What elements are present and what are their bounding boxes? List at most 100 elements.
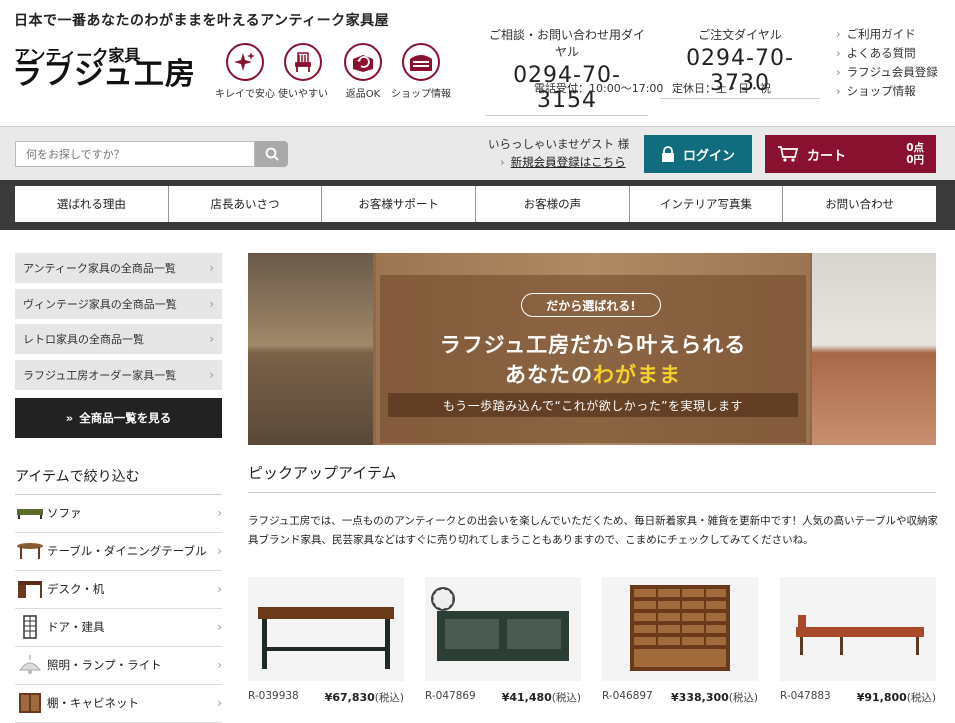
lock-icon: [661, 146, 674, 162]
chevron-right-icon: ›: [217, 620, 222, 634]
pickup-description: ラフジュ工房では、一点もののアンティークとの出会いを楽しんでいただくため、毎日新…: [248, 515, 938, 546]
global-nav: 選ばれる理由 店長あいさつ お客様サポート お客様の声 インテリア写真集 お問い…: [0, 180, 955, 230]
order-phone-title: ご注文ダイヤル: [698, 28, 782, 42]
banner-badge: だから選ばれる!: [521, 293, 661, 317]
filter-door[interactable]: ドア・建具 ›: [15, 609, 222, 647]
filter-lighting[interactable]: 照明・ランプ・ライト ›: [15, 647, 222, 685]
feature-label: 返品OK: [345, 89, 381, 100]
feature-label: キレイで安心: [215, 89, 275, 100]
search-button[interactable]: [255, 141, 288, 167]
link-faq[interactable]: › よくある質問: [836, 44, 938, 63]
sidebar-item-antique[interactable]: アンティーク家具の全商品一覧 ›: [15, 253, 222, 283]
all-products-button[interactable]: » 全商品一覧を見る: [15, 397, 222, 438]
site-logo[interactable]: ラフジュ工房: [12, 58, 196, 92]
cart-icon: [778, 146, 799, 162]
product-code: R-047869: [425, 690, 476, 702]
product-image[interactable]: [780, 577, 936, 681]
chair-icon: [284, 43, 322, 81]
closed-days: 定休日：土・日・祝: [672, 82, 771, 95]
banner-caption: もう一歩踏み込んで“これが欲しかった”を実現します: [388, 393, 798, 417]
product-price: ¥91,800(税込): [856, 691, 936, 704]
cabinet-icon: [15, 691, 45, 715]
chevron-right-icon: ›: [209, 296, 214, 311]
sidebar-item-order[interactable]: ラフジュ工房オーダー家具一覧 ›: [15, 359, 222, 390]
welcome-text: いらっしゃいませゲスト 様: [488, 137, 630, 151]
chevron-right-icon: ›: [836, 65, 841, 79]
filter-sofa[interactable]: ソファ ›: [15, 495, 222, 533]
nav-voices[interactable]: お客様の声: [476, 186, 630, 222]
product-card[interactable]: R-046897 ¥338,300(税込): [602, 577, 758, 705]
product-code: R-039938: [248, 690, 299, 702]
chevron-right-icon: ›: [836, 46, 841, 60]
product-code: R-047883: [780, 690, 831, 702]
pickup-divider: [248, 492, 936, 493]
product-card[interactable]: R-039938 ¥67,830(税込): [248, 577, 404, 705]
chevron-right-icon: ›: [209, 367, 214, 382]
lamp-icon: [15, 653, 45, 677]
product-image[interactable]: [248, 577, 404, 681]
chevron-right-icon: ›: [217, 544, 222, 558]
chevron-right-icon: ›: [217, 506, 222, 520]
chevron-right-icon: ›: [500, 155, 505, 169]
pickup-title: ピックアップアイテム: [248, 464, 397, 482]
chevron-right-icon: ›: [217, 696, 222, 710]
cart-total: 0円: [906, 154, 924, 166]
product-card[interactable]: R-047869 ¥41,480(税込): [425, 577, 581, 705]
product-image[interactable]: [602, 577, 758, 681]
site-tagline: 日本で一番あなたのわがままを叶えるアンティーク家具屋: [14, 13, 390, 29]
product-price: ¥41,480(税込): [501, 691, 581, 704]
feature-clean[interactable]: キレイで安心: [214, 43, 276, 103]
feature-shop-info[interactable]: ショップ情報: [390, 43, 452, 103]
sofa-icon: [15, 501, 45, 525]
sidebar-item-retro[interactable]: レトロ家具の全商品一覧 ›: [15, 324, 222, 354]
nav-reason[interactable]: 選ばれる理由: [15, 186, 169, 222]
hero-banner[interactable]: だから選ばれる! ラフジュ工房だから叶えられる あなたのわがまま もう一歩踏み込…: [248, 253, 936, 445]
feature-return[interactable]: 返品OK: [332, 43, 394, 103]
search-input[interactable]: [15, 141, 255, 167]
search-icon: [265, 147, 279, 161]
nav-greeting[interactable]: 店長あいさつ: [169, 186, 323, 222]
header-links: › ご利用ガイド › よくある質問 › ラフジュ会員登録 › ショップ情報: [836, 25, 938, 101]
link-guide[interactable]: › ご利用ガイド: [836, 25, 938, 44]
feature-label: 使いやすい: [278, 89, 328, 100]
link-shop-info[interactable]: › ショップ情報: [836, 82, 938, 101]
nav-support[interactable]: お客様サポート: [322, 186, 477, 222]
cart-points: 0点: [906, 142, 924, 154]
product-code: R-046897: [602, 690, 653, 702]
sidebar: アンティーク家具の全商品一覧 › ヴィンテージ家具の全商品一覧 › レトロ家具の全商…: [15, 253, 222, 723]
cart-label: カート: [807, 148, 847, 164]
login-button[interactable]: ログイン: [644, 135, 752, 173]
filter-desk[interactable]: デスク・机 ›: [15, 571, 222, 609]
cart-count: 0点 0円: [906, 142, 924, 166]
door-icon: [15, 615, 45, 639]
product-image[interactable]: [425, 577, 581, 681]
product-price: ¥338,300(税込): [671, 691, 758, 704]
chevron-right-icon: ›: [836, 84, 841, 98]
feature-label: ショップ情報: [391, 89, 451, 100]
desk-icon: [15, 577, 45, 601]
table-icon: [15, 539, 45, 563]
nav-photos[interactable]: インテリア写真集: [630, 186, 784, 222]
cart-button[interactable]: カート 0点 0円: [765, 135, 936, 173]
feature-usable[interactable]: 使いやすい: [272, 43, 334, 103]
staff-photo-right: [812, 253, 936, 445]
chevron-right-icon: ›: [217, 582, 222, 596]
filter-title: アイテムで絞り込む: [15, 466, 222, 495]
link-member[interactable]: › ラフジュ会員登録: [836, 63, 938, 82]
filter-table[interactable]: テーブル・ダイニングテーブル ›: [15, 533, 222, 571]
sidebar-item-vintage[interactable]: ヴィンテージ家具の全商品一覧 ›: [15, 288, 222, 319]
banner-subheadline: あなたのわがまま: [505, 363, 681, 387]
login-label: ログイン: [682, 148, 735, 164]
shop-icon: [402, 43, 440, 81]
sparkle-icon: [226, 43, 264, 81]
phone-hours: 電話受付：10:00～17:00: [534, 82, 664, 95]
return-box-icon: [344, 43, 382, 81]
register-link[interactable]: › 新規会員登録はこちら: [500, 154, 626, 170]
nav-contact[interactable]: お問い合わせ: [783, 186, 936, 222]
chevron-right-icon: ›: [836, 27, 841, 41]
chevron-right-icon: ›: [209, 261, 214, 275]
product-card[interactable]: R-047883 ¥91,800(税込): [780, 577, 936, 705]
banner-headline: ラフジュ工房だから叶えられる: [439, 333, 747, 357]
inquiry-phone: ご相談・お問い合わせ用ダイヤル 0294-70-3154: [486, 26, 648, 116]
double-chevron-icon: »: [65, 410, 74, 425]
